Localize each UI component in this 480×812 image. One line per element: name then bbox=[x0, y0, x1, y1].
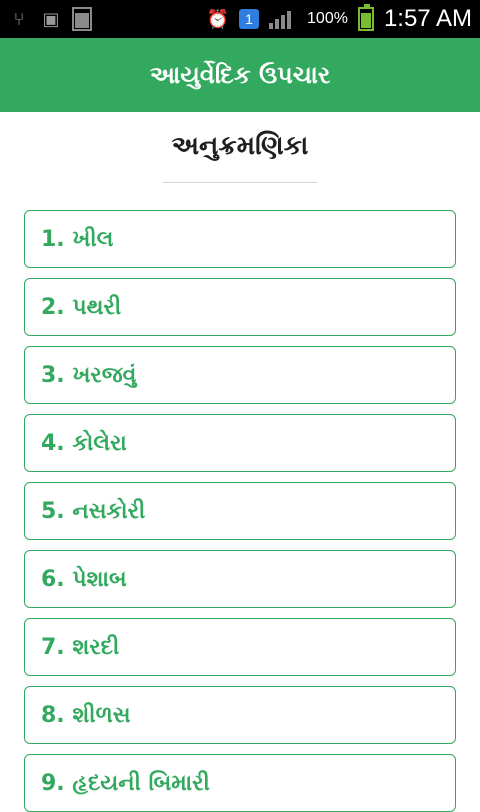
battery-icon bbox=[357, 4, 374, 31]
list-item[interactable]: 5. નસકોરી bbox=[24, 482, 456, 540]
list-item[interactable]: 3. ખરજવું bbox=[24, 346, 456, 404]
status-left: ⑂ ▣ bbox=[8, 7, 92, 31]
battery-status-icon bbox=[72, 7, 92, 31]
content-area: અનુક્રમણિકા 1. ખીલ 2. પથરી 3. ખરજવું 4. … bbox=[0, 112, 480, 812]
status-bar: ⑂ ▣ ⏰ 1 100% 1:57 AM bbox=[0, 0, 480, 38]
list-item-label: 9. હૃદયની બિમારી bbox=[41, 770, 210, 796]
list-item-label: 8. શીળસ bbox=[41, 702, 131, 728]
list-item-label: 6. પેશાબ bbox=[41, 566, 127, 592]
list-item-label: 7. શરદી bbox=[41, 634, 120, 660]
status-right: ⏰ 1 100% 1:57 AM bbox=[206, 4, 472, 33]
list-item-label: 1. ખીલ bbox=[41, 226, 114, 252]
app-bar: આયુર્વેદિક ઉપચાર bbox=[0, 38, 480, 112]
list-item-label: 2. પથરી bbox=[41, 294, 122, 320]
alarm-icon: ⏰ bbox=[206, 8, 230, 30]
list-item[interactable]: 9. હૃદયની બિમારી bbox=[24, 754, 456, 812]
signal-icon bbox=[269, 9, 297, 29]
battery-percentage: 100% bbox=[307, 10, 348, 27]
heading-section: અનુક્રમણિકા bbox=[24, 112, 456, 194]
image-icon: ▣ bbox=[42, 8, 60, 30]
list-item-label: 3. ખરજવું bbox=[41, 362, 137, 388]
app-title: આયુર્વેદિક ઉપચાર bbox=[149, 61, 331, 89]
list-item-label: 5. નસકોરી bbox=[41, 498, 146, 524]
heading-divider bbox=[163, 182, 317, 183]
list-item[interactable]: 6. પેશાબ bbox=[24, 550, 456, 608]
list-item[interactable]: 1. ખીલ bbox=[24, 210, 456, 268]
clock: 1:57 AM bbox=[383, 5, 472, 32]
list-item[interactable]: 8. શીળસ bbox=[24, 686, 456, 744]
list-item[interactable]: 2. પથરી bbox=[24, 278, 456, 336]
page-heading: અનુક્રમણિકા bbox=[171, 131, 309, 161]
list-item-label: 4. કોલેરા bbox=[41, 430, 127, 456]
usb-icon: ⑂ bbox=[13, 8, 25, 30]
item-list: 1. ખીલ 2. પથરી 3. ખરજવું 4. કોલેરા 5. નસ… bbox=[24, 210, 456, 812]
list-item[interactable]: 4. કોલેરા bbox=[24, 414, 456, 472]
list-item[interactable]: 7. શરદી bbox=[24, 618, 456, 676]
notification-badge: 1 bbox=[239, 9, 260, 29]
